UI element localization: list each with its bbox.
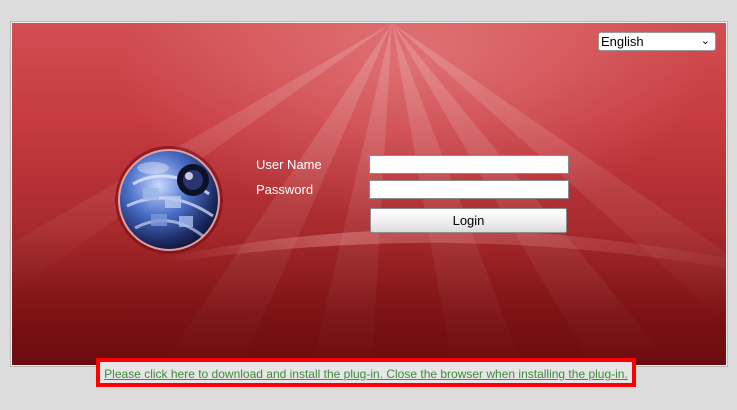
- login-button[interactable]: Login: [370, 208, 567, 233]
- camera-globe-logo: [115, 146, 223, 254]
- username-label: User Name: [256, 157, 322, 172]
- username-field[interactable]: [369, 155, 569, 174]
- chevron-down-icon: ⌄: [700, 35, 710, 47]
- password-field[interactable]: [369, 180, 569, 199]
- language-select-value: English: [601, 34, 644, 49]
- plugin-notice-box: Please click here to download and instal…: [96, 358, 636, 387]
- language-select[interactable]: English ⌄: [598, 32, 716, 51]
- login-panel: English ⌄ User Name Password Login: [11, 22, 727, 366]
- password-label: Password: [256, 182, 314, 197]
- plugin-download-link[interactable]: Please click here to download and instal…: [100, 367, 632, 381]
